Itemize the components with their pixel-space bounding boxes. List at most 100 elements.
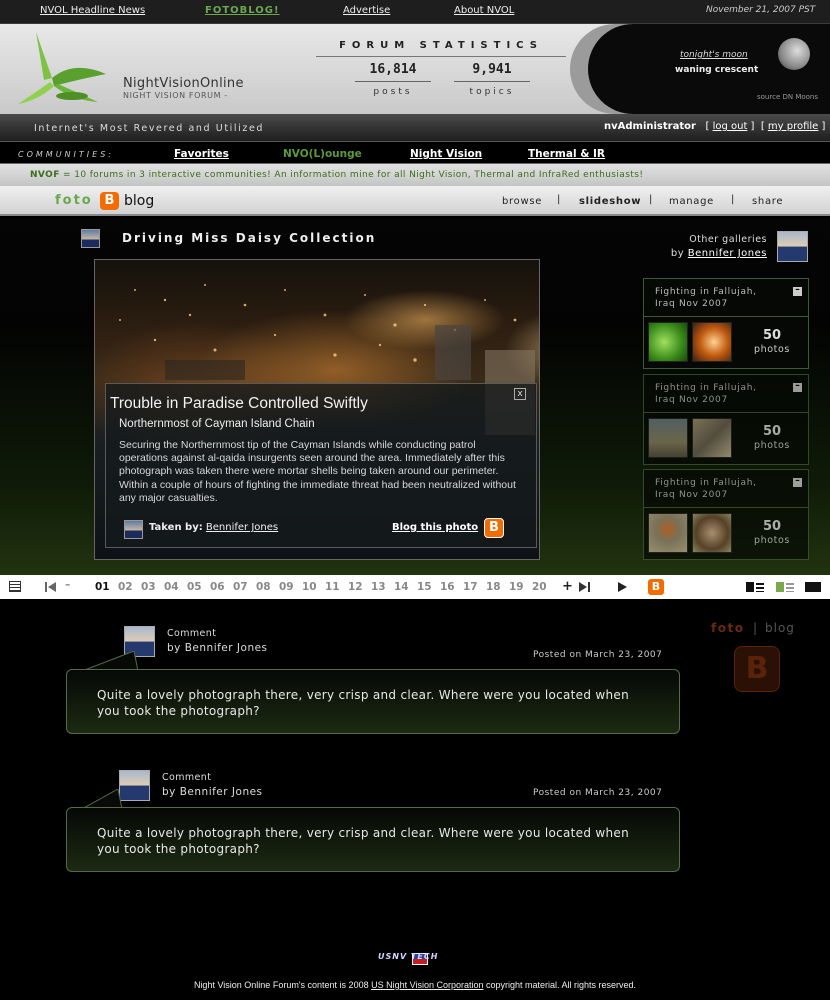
other-galleries-author-link[interactable]: Bennifer Jones [688, 248, 767, 259]
gallery-card[interactable]: Fighting in Fallujah, Iraq Nov 2007 – 50… [643, 374, 809, 465]
page-02[interactable]: 02 [118, 581, 133, 593]
nav-advertise[interactable]: Advertise [343, 5, 390, 16]
gallery-owner-avatar[interactable] [81, 229, 100, 248]
layout-grid-icon[interactable] [776, 581, 794, 593]
page-16[interactable]: 16 [440, 581, 455, 593]
logo-title[interactable]: NightVisionOnline [123, 76, 244, 91]
page-04[interactable]: 04 [164, 581, 179, 593]
gallery-card[interactable]: Fighting in Fallujah, Iraq Nov 2007 – 50… [643, 469, 809, 560]
play-icon[interactable] [616, 581, 628, 593]
close-icon[interactable]: x [514, 388, 526, 400]
comment-author: by Bennifer Jones [167, 642, 268, 654]
photographer-link[interactable]: Bennifer Jones [206, 522, 278, 533]
page-11[interactable]: 11 [325, 581, 340, 593]
caption-subtitle: Northernmost of Cayman Island Chain [119, 418, 315, 430]
nav-separator: | [557, 194, 561, 205]
first-page-icon[interactable] [44, 581, 57, 593]
page-07[interactable]: 07 [233, 581, 248, 593]
topics-label: topics [469, 87, 515, 97]
page-15[interactable]: 15 [417, 581, 432, 593]
gallery-card[interactable]: Fighting in Fallujah, Iraq Nov 2007 – 50… [643, 278, 809, 369]
blog-this-photo-link[interactable]: Blog this photo [392, 522, 478, 533]
card-divider [644, 412, 808, 413]
page-05[interactable]: 05 [187, 581, 202, 593]
nav-slideshow[interactable]: slideshow [579, 196, 641, 207]
card-thumbnail[interactable] [648, 513, 688, 553]
tagline: Internet's Most Revered and Utilized [34, 123, 265, 134]
usnv-tech-logo[interactable]: USNV TECH [378, 952, 460, 974]
page-19[interactable]: 19 [509, 581, 524, 593]
last-page-icon[interactable] [578, 581, 592, 593]
nav-separator: | [649, 194, 653, 205]
page-20[interactable]: 20 [532, 581, 547, 593]
nav-share[interactable]: share [752, 196, 783, 207]
page-18[interactable]: 18 [486, 581, 501, 593]
username: nvAdministrator [604, 121, 696, 132]
my-profile-link[interactable]: my profile [768, 121, 818, 132]
community-favorites[interactable]: Favorites [174, 148, 229, 160]
taken-by-label: Taken by: [149, 522, 203, 533]
logout-link[interactable]: log out [713, 121, 748, 132]
page-13[interactable]: 13 [371, 581, 386, 593]
blogger-icon[interactable]: B [484, 518, 504, 538]
tagline-bar: Internet's Most Revered and Utilized nvA… [0, 114, 830, 142]
nav-manage[interactable]: manage [669, 196, 714, 207]
blogger-icon[interactable]: B [100, 192, 119, 210]
gallery-title: Driving Miss Daisy Collection [122, 231, 377, 245]
page-09[interactable]: 09 [279, 581, 294, 593]
page-03[interactable]: 03 [141, 581, 156, 593]
nav-browse[interactable]: browse [502, 196, 542, 207]
fotoblog-foto-label[interactable]: foto [55, 193, 93, 208]
list-view-icon[interactable] [9, 581, 21, 592]
collapse-icon[interactable]: – [793, 286, 802, 296]
other-galleries-by: by Bennifer Jones [640, 248, 767, 259]
comment-text: Quite a lovely photograph there, very cr… [97, 826, 629, 856]
fullscreen-icon[interactable] [805, 581, 821, 593]
company-link[interactable]: US Night Vision Corporation [371, 980, 483, 990]
fotoblog-bar: foto B blog browse | slideshow | manage … [0, 186, 830, 216]
fotoblog-blog-label[interactable]: blog [124, 193, 154, 209]
moon-phase: waning crescent [675, 65, 759, 75]
collapse-icon[interactable]: – [793, 382, 802, 392]
top-nav: NVOL Headline News FOTOBLOG! Advertise A… [0, 0, 830, 24]
sidebar-blog-label: blog [765, 621, 795, 635]
blogger-large-icon[interactable]: B [734, 646, 780, 692]
photographer-avatar[interactable] [124, 520, 143, 539]
community-night-vision[interactable]: Night Vision [410, 148, 482, 160]
page-08[interactable]: 08 [256, 581, 271, 593]
nav-headline-news[interactable]: NVOL Headline News [40, 5, 145, 16]
nav-about[interactable]: About NVOL [454, 5, 514, 16]
card-photo-count: 50 [762, 328, 782, 343]
topics-count: 9,941 [454, 62, 530, 82]
other-galleries-avatar[interactable] [777, 231, 808, 262]
comment-date: Posted on March 23, 2007 [533, 788, 663, 798]
community-thermal-ir[interactable]: Thermal & IR [528, 148, 605, 160]
card-divider [644, 507, 808, 508]
slideshow-toolbar: – 01 02 03 04 05 06 07 08 09 10 11 12 13… [0, 575, 830, 599]
card-title: Fighting in Fallujah, Iraq Nov 2007 [655, 383, 757, 405]
previous-button[interactable]: – [65, 579, 70, 591]
card-photo-label: photos [754, 344, 790, 355]
layout-list-icon[interactable] [746, 581, 764, 593]
page-12[interactable]: 12 [348, 581, 363, 593]
nav-fotoblog[interactable]: FOTOBLOG! [205, 5, 280, 16]
moon-label[interactable]: tonight's moon [680, 50, 748, 60]
moon-icon [778, 38, 810, 70]
other-galleries-label: Other galleries [689, 234, 767, 245]
collapse-icon[interactable]: – [793, 477, 802, 487]
logo-leaf-icon[interactable] [14, 30, 114, 112]
next-button[interactable]: + [562, 579, 573, 594]
moon-source: source DN Moons [757, 93, 819, 101]
page-01[interactable]: 01 [95, 581, 110, 593]
blogger-icon[interactable]: B [648, 579, 664, 595]
card-thumbnail[interactable] [648, 322, 688, 362]
page-06[interactable]: 06 [210, 581, 225, 593]
card-thumbnail[interactable] [692, 322, 732, 362]
page-17[interactable]: 17 [463, 581, 478, 593]
community-lounge[interactable]: NVO(L)ounge [283, 148, 362, 160]
card-thumbnail[interactable] [692, 513, 732, 553]
page-10[interactable]: 10 [302, 581, 317, 593]
page-14[interactable]: 14 [394, 581, 409, 593]
card-thumbnail[interactable] [648, 418, 688, 458]
card-thumbnail[interactable] [692, 418, 732, 458]
